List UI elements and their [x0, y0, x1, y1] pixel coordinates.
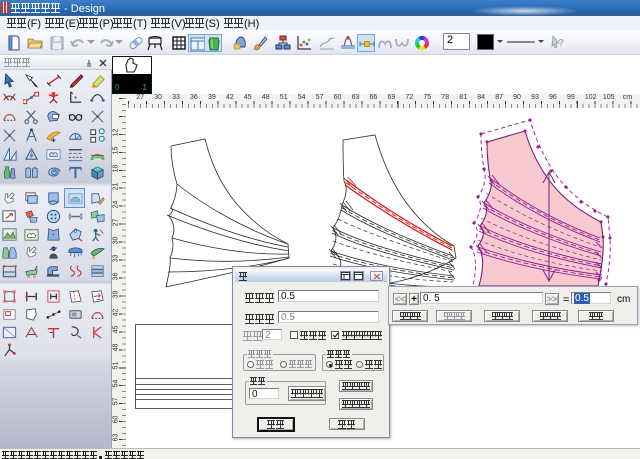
- svg-text:?: ?: [558, 38, 564, 49]
